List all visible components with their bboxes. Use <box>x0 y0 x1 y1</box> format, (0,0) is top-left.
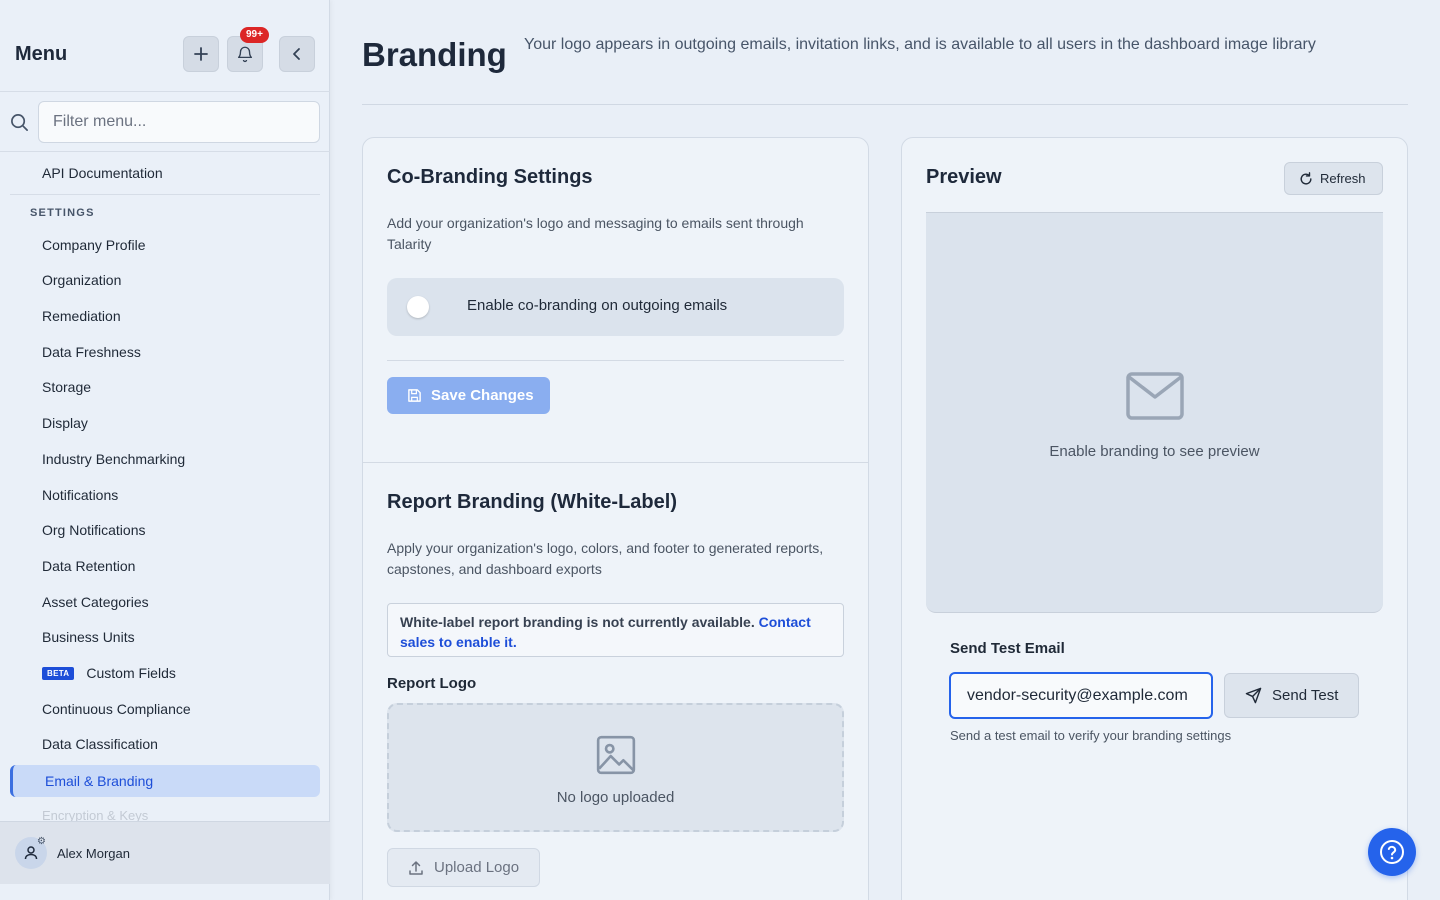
nav-divider <box>10 194 320 195</box>
card-section-divider <box>363 462 868 463</box>
sidebar-item-company-profile[interactable]: Company Profile <box>42 237 146 253</box>
sidebar-item-data-classification[interactable]: Data Classification <box>42 736 158 752</box>
page-description: Your logo appears in outgoing emails, in… <box>524 36 1316 53</box>
sidebar-item-continuous-compliance[interactable]: Continuous Compliance <box>42 701 191 717</box>
mail-icon <box>1126 372 1184 420</box>
help-button[interactable] <box>1368 828 1416 876</box>
refresh-icon <box>1300 171 1312 185</box>
preview-title: Preview <box>926 166 1002 188</box>
upload-logo-button[interactable]: Upload Logo <box>387 848 540 887</box>
sidebar-item-api-documentation[interactable]: API Documentation <box>42 165 163 181</box>
cobranding-description: Add your organization's logo and messagi… <box>387 215 804 252</box>
user-icon <box>24 846 38 860</box>
save-icon <box>408 389 421 402</box>
send-test-hint: Send a test email to verify your brandin… <box>950 728 1232 743</box>
report-branding-title: Report Branding (White-Label) <box>387 491 677 513</box>
question-icon <box>1380 840 1404 864</box>
sidebar-item-storage[interactable]: Storage <box>42 379 91 395</box>
page-title: Branding <box>362 36 507 73</box>
send-test-email-label: Send Test Email <box>950 640 1065 657</box>
logo-dropzone[interactable]: No logo uploaded <box>387 703 844 832</box>
sidebar-item-data-freshness[interactable]: Data Freshness <box>42 344 141 360</box>
menu-search <box>0 92 330 152</box>
sidebar-item-notifications[interactable]: Notifications <box>42 487 118 503</box>
sidebar-title: Menu <box>15 43 68 65</box>
report-branding-description: Apply your organization's logo, colors, … <box>387 540 824 577</box>
no-logo-text: No logo uploaded <box>556 789 675 806</box>
sidebar-header: Menu 99+ <box>0 0 330 92</box>
sidebar-item-asset-categories[interactable]: Asset Categories <box>42 594 149 610</box>
sidebar-item-label: Custom Fields <box>86 665 176 681</box>
gear-icon: ⚙ <box>37 836 46 847</box>
filter-menu-input[interactable] <box>38 101 320 143</box>
sidebar: Menu 99+ API Documentation SETTINGS Comp… <box>0 0 330 900</box>
plus-icon <box>194 47 208 61</box>
add-button[interactable] <box>183 36 219 72</box>
save-changes-label: Save Changes <box>431 387 534 404</box>
bell-icon <box>237 46 253 63</box>
sidebar-item-data-retention[interactable]: Data Retention <box>42 558 135 574</box>
cobranding-toggle[interactable] <box>407 296 429 318</box>
beta-badge: BETA <box>42 667 75 680</box>
send-icon <box>1245 687 1262 704</box>
toggle-label: Enable co-branding on outgoing emails <box>467 297 728 314</box>
notice-text: White-label report branding is not curre… <box>400 614 755 630</box>
chevron-left-icon <box>293 48 300 60</box>
search-icon <box>11 114 28 131</box>
save-changes-button[interactable]: Save Changes <box>387 377 550 414</box>
cobranding-title: Co-Branding Settings <box>387 166 593 188</box>
upload-icon <box>409 860 423 875</box>
sidebar-item-label: Email & Branding <box>45 773 154 789</box>
sidebar-item-organization[interactable]: Organization <box>42 272 121 288</box>
sidebar-item-industry-benchmarking[interactable]: Industry Benchmarking <box>42 451 185 467</box>
notification-badge: 99+ <box>240 27 269 43</box>
image-icon <box>596 735 636 775</box>
section-divider <box>387 360 844 361</box>
collapse-sidebar-button[interactable] <box>279 36 315 72</box>
sidebar-item-remediation[interactable]: Remediation <box>42 308 121 324</box>
white-label-notice: White-label report branding is not curre… <box>387 603 844 657</box>
test-email-input[interactable] <box>949 672 1213 719</box>
send-test-label: Send Test <box>1272 687 1339 704</box>
user-name: Alex Morgan <box>57 846 130 861</box>
upload-logo-label: Upload Logo <box>434 859 520 876</box>
sidebar-item-display[interactable]: Display <box>42 415 88 431</box>
header-divider <box>362 104 1408 105</box>
user-footer[interactable]: ⚙ Alex Morgan <box>0 821 330 884</box>
sidebar-item-business-units[interactable]: Business Units <box>42 629 135 645</box>
refresh-label: Refresh <box>1320 171 1366 186</box>
preview-empty-text: Enable branding to see preview <box>1049 443 1260 460</box>
settings-section-label: SETTINGS <box>30 207 95 219</box>
email-preview: Enable branding to see preview <box>926 212 1383 613</box>
cobranding-toggle-row[interactable]: Enable co-branding on outgoing emails <box>387 278 844 336</box>
refresh-button[interactable]: Refresh <box>1284 162 1383 195</box>
sidebar-item-custom-fields[interactable]: BETA Custom Fields <box>42 665 176 681</box>
report-logo-label: Report Logo <box>387 675 477 692</box>
send-test-button[interactable]: Send Test <box>1224 673 1359 718</box>
sidebar-item-email-branding[interactable]: Email & Branding <box>10 765 320 797</box>
sidebar-item-org-notifications[interactable]: Org Notifications <box>42 522 145 538</box>
